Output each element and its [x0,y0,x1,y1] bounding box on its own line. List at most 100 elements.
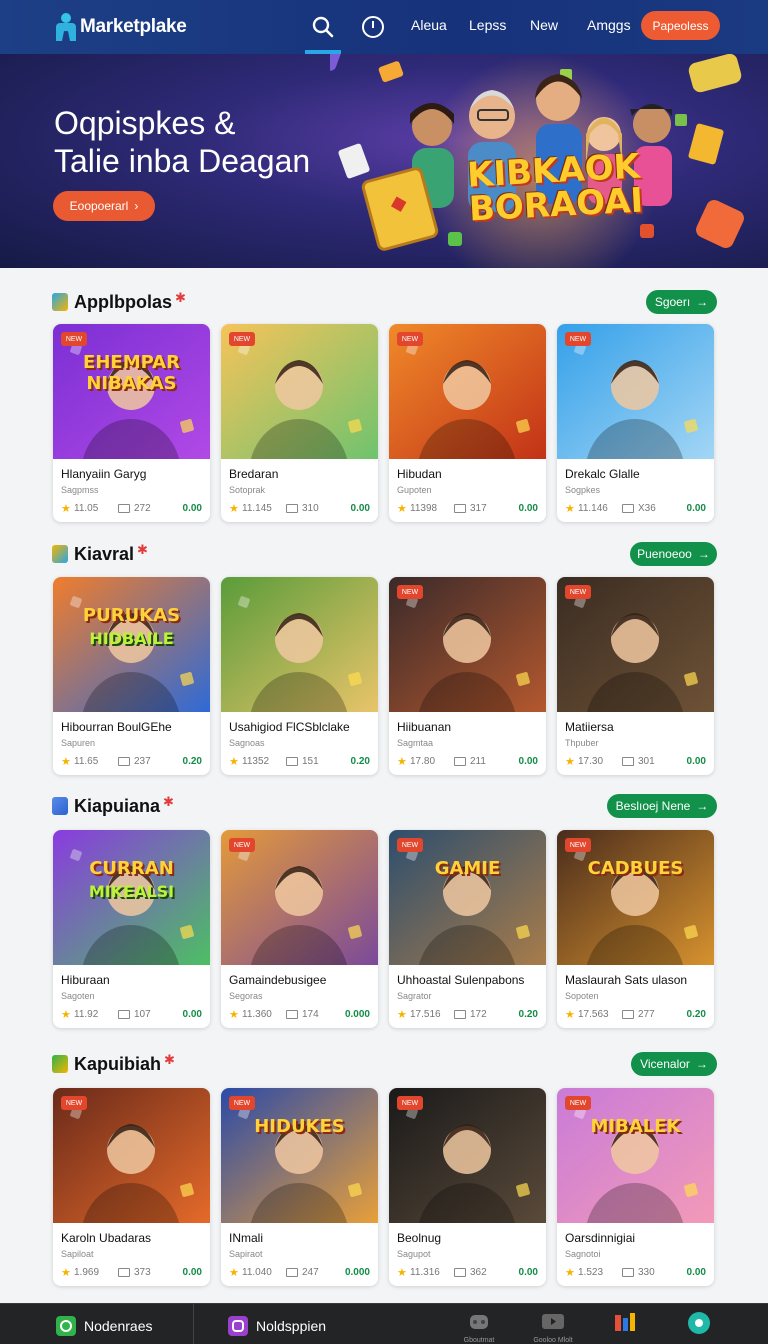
section-see-more-button[interactable]: Vicenalor → [631,1052,717,1076]
game-meta: ★ 17.80 211 0.00 [397,755,538,769]
rating-value: 17.516 [410,1009,441,1020]
hero-game-logo: KIBKAOK BORAOAI [466,146,645,230]
bottom-item-1[interactable]: Nodenraes [56,1316,153,1336]
game-meta: ★ 11.145 310 0.00 [229,502,370,516]
section-see-more-button[interactable]: Puenoeoo → [630,542,717,566]
teal-circle-icon[interactable] [684,1310,714,1336]
chevron-right-icon: › [134,199,139,213]
rating-value: 11398 [410,503,438,514]
section-category-icon [52,1055,68,1073]
section-title: Kiapuiana [74,795,161,816]
clock-icon[interactable] [362,16,384,38]
game-thumbnail: NEW [557,324,714,459]
game-card[interactable]: NEW Gamaindebusigee Segoras ★ 11.360 174 0.000 [221,830,378,1028]
nav-cta-button[interactable]: Papeoless [641,11,720,40]
thumbnail-art-text: HIDUKES [254,1116,345,1137]
folder-icon [118,1010,130,1019]
game-title: Bredaran [229,467,279,481]
folder-icon [286,757,298,766]
folder-icon [454,1268,466,1277]
folder-icon [454,504,466,513]
game-meta: ★ 1.523 330 0.00 [565,1266,706,1280]
nav-link-3[interactable]: New [530,17,558,33]
game-card[interactable]: GAMIE NEW Uhhoastal Sulenpabons Sagrator ★ 17… [389,830,546,1028]
game-publisher: Sagoten [61,991,95,1001]
bottom-item-2[interactable]: Noldsppien [228,1316,326,1336]
gamepad-icon[interactable] [464,1310,494,1336]
price: 0.00 [686,1267,706,1278]
game-title: Usahigiod FlCSblclake [229,720,350,734]
search-button[interactable] [305,0,341,54]
nav-link-2[interactable]: Lepss [469,17,506,33]
star-icon: ★ [229,756,239,768]
game-thumbnail: EHEMPAR NIBAKAS NEW [53,324,210,459]
folder-icon [286,1268,298,1277]
rating-value: 11.040 [242,1267,272,1278]
thumbnail-art-text: PURUKAS [82,605,181,626]
download-count: 151 [302,756,319,767]
game-title: Karoln Ubadaras [61,1231,152,1245]
star-icon: ★ [397,503,407,515]
arrow-right-icon: → [696,799,709,813]
hero-cta-button[interactable]: Eoopoerarl › [53,191,155,221]
game-card[interactable]: HIDUKES NEW INmali Sapiraot ★ 11.040 247 0.000 [221,1088,378,1286]
section-category-icon [52,797,68,815]
game-card[interactable]: MIBALEK NEW Oarsdinnigiai Sagnotoi ★ 1.523 330… [557,1088,714,1286]
thumbnail-art-text-2: HIDBAILE [89,629,174,648]
game-thumbnail [221,577,378,712]
game-card[interactable]: NEW Hiibuanan Sagmtaa ★ 17.80 211 0.00 [389,577,546,775]
app-square-icon [228,1316,248,1336]
tv-icon[interactable] [538,1310,568,1336]
nav-link-1[interactable]: Aleua [411,17,447,33]
star-icon: ★ [397,1267,407,1279]
game-card[interactable]: NEW Beolnug Sagupot ★ 11.316 362 0.00 [389,1088,546,1286]
new-tag: NEW [61,1096,87,1110]
game-card[interactable]: PURUKAS HIDBAILE Hibourran BoulGEhe Sapuren… [53,577,210,775]
price: 0.20 [686,1009,706,1020]
section-title: Applbpolas [74,291,172,312]
download-count: 247 [302,1267,319,1278]
game-card[interactable]: Usahigiod FlCSblclake Sagnoas ★ 11352 151 0.2… [221,577,378,775]
game-card[interactable]: NEW Bredaran Sotoprak ★ 11.145 310 0.00 [221,324,378,522]
price: 0.000 [344,1267,370,1278]
logo-badge-icon[interactable] [610,1310,640,1336]
nav-link-4[interactable]: Amggs [587,17,631,33]
game-title: Drekalc Glalle [565,467,640,481]
game-thumbnail: PURUKAS HIDBAILE [53,577,210,712]
rating-value: 11.05 [74,503,99,514]
price: 0.00 [182,1267,202,1278]
game-card[interactable]: NEW Matiiersa Thpuber ★ 17.30 301 0.00 [557,577,714,775]
folder-icon [454,757,466,766]
star-icon: ★ [229,1267,239,1279]
rating-value: 11.316 [410,1267,440,1278]
download-count: 310 [302,503,319,514]
section-2: Kiavral ✱ Puenoeoo → PURUKAS HIDBAILE Hibourra… [0,536,768,776]
brand-logo[interactable]: Marketplake [54,13,187,41]
game-publisher: Sagmtaa [397,738,434,748]
folder-icon [118,504,130,513]
game-card[interactable]: NEW Drekalc Glalle Sogpkes ★ 11.146 X36 0.00 [557,324,714,522]
download-count: 237 [134,756,151,767]
section-see-more-button[interactable]: Beslıoej Nene → [607,794,717,818]
folder-icon [454,1010,466,1019]
game-card[interactable]: EHEMPAR NIBAKAS NEW Hlanyaiin Garyg Sagpmss… [53,324,210,522]
section-1: Applbpolas ✱ Sgoerı → EHEMPAR NIBAKAS NEW Hlan… [0,284,768,524]
logo-figure-icon [54,13,78,41]
section-see-more-button[interactable]: Sgoerı → [646,290,717,314]
star-icon: ★ [229,1009,239,1021]
rating-value: 11.92 [74,1009,99,1020]
star-icon: ✱ [137,542,148,557]
thumbnail-art-text: CADBUES [587,858,684,879]
game-card[interactable]: NEW Hibudan Gupoten ★ 11398 317 0.00 [389,324,546,522]
game-publisher: Sagrator [397,991,432,1001]
game-card[interactable]: NEW Karoln Ubadaras Sapiloat ★ 1.969 373 0.00 [53,1088,210,1286]
game-thumbnail: NEW [221,324,378,459]
game-meta: ★ 11.92 107 0.00 [61,1008,202,1022]
game-card[interactable]: CURRAN MIKEALSI Hiburaan Sagoten ★ 11.92 107 0.… [53,830,210,1028]
game-card[interactable]: CADBUES NEW Maslaurah Sats ulason Sopoten ★ 1… [557,830,714,1028]
thumbnail-art-text: GAMIE [434,858,501,879]
character-illustration [238,596,362,712]
star-icon: ★ [565,503,575,515]
thumbnail-art-text: CURRAN [89,858,174,879]
price: 0.00 [182,503,202,514]
